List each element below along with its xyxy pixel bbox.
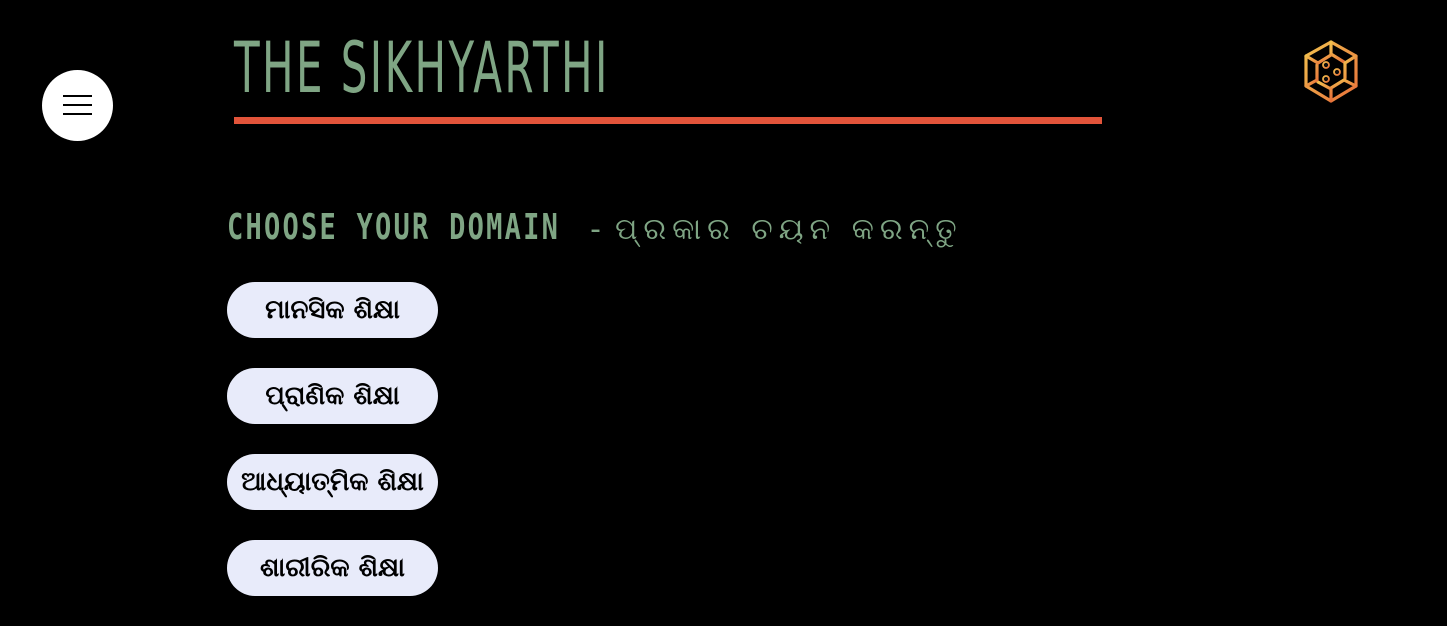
domain-button-physical[interactable]: ଶାରୀରିକ ଶିକ୍ଷା bbox=[227, 540, 438, 596]
heading-english: CHOOSE YOUR DOMAIN bbox=[227, 207, 561, 248]
heading-odia: ପ୍ରକାର ଚୟନ କରନ୍ତୁ bbox=[614, 212, 963, 247]
hamburger-menu-icon-bar bbox=[63, 104, 92, 106]
site-title: THE SIKHYARTHI bbox=[234, 27, 610, 109]
domain-button-mental[interactable]: ମାନସିକ ଶିକ୍ଷା bbox=[227, 282, 438, 338]
hamburger-menu-icon-bar bbox=[63, 113, 92, 115]
hexagon-circuit-logo-icon[interactable] bbox=[1300, 38, 1362, 106]
domain-button-pranic[interactable]: ପ୍ରାଣିକ ଶିକ୍ଷା bbox=[227, 368, 438, 424]
domain-button-spiritual[interactable]: ଆଧ୍ୟାତ୍ମିକ ଶିକ୍ଷା bbox=[227, 454, 438, 510]
menu-button[interactable] bbox=[42, 70, 113, 141]
domain-list: ମାନସିକ ଶିକ୍ଷା ପ୍ରାଣିକ ଶିକ୍ଷା ଆଧ୍ୟାତ୍ମିକ … bbox=[227, 282, 438, 626]
title-underline bbox=[234, 117, 1102, 124]
choose-domain-heading: CHOOSE YOUR DOMAIN - ପ୍ରକାର ଚୟନ କରନ୍ତୁ bbox=[227, 203, 963, 255]
heading-separator: - bbox=[590, 212, 601, 247]
hamburger-menu-icon bbox=[63, 95, 92, 97]
